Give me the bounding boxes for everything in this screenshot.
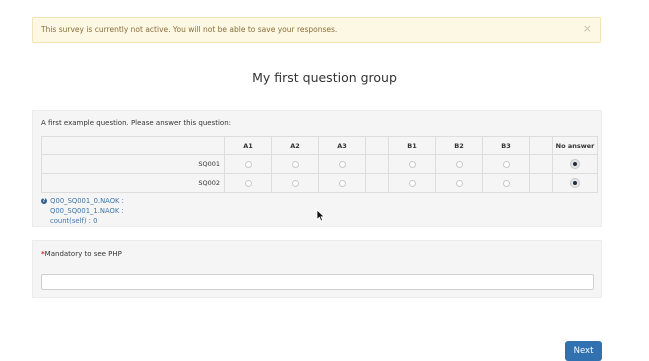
mandatory-question-label: *Mandatory to see PHP [41,250,122,258]
radio-sq002-b3[interactable] [502,179,510,187]
question-card-text: *Mandatory to see PHP [32,240,602,298]
question-circle-icon: ? [41,198,47,204]
inactive-survey-alert: This survey is currently not active. You… [32,17,601,43]
radio-sq002-no-answer[interactable] [571,179,579,187]
column-header: B2 [435,136,483,155]
column-spacer [529,136,553,155]
radio-sq001-a3[interactable] [338,160,346,168]
radio-sq001-b1[interactable] [408,160,416,168]
expression-help: ? Q00_SQ001_0.NAOK : Q00_SQ001_1.NAOK : … [41,196,124,226]
em-help-line: count(self) : 0 [50,217,98,225]
column-header: B3 [482,136,530,155]
column-header: A1 [224,136,272,155]
row-label: SQ001 [41,154,225,174]
radio-sq002-b2[interactable] [455,179,463,187]
table-row: SQ001 [41,154,598,174]
column-header: A3 [318,136,366,155]
alert-message: This survey is currently not active. You… [41,25,338,34]
answer-grid: A1 A2 A3 B1 B2 B3 No answer SQ001 SQ002 [41,136,598,193]
next-button[interactable]: Next [565,341,602,361]
column-spacer [365,136,389,155]
table-row: SQ002 [41,173,598,193]
mouse-cursor-icon [316,209,326,222]
radio-sq002-a2[interactable] [291,179,299,187]
column-header: B1 [388,136,436,155]
column-spacer [529,173,553,193]
row-label: SQ002 [41,173,225,193]
column-spacer [529,154,553,174]
em-help-line: Q00_SQ001_1.NAOK : [50,207,124,215]
grid-corner [41,136,225,155]
radio-sq002-a1[interactable] [244,179,252,187]
close-icon[interactable]: × [583,23,592,34]
column-header: No answer [552,136,598,155]
radio-sq001-a1[interactable] [244,160,252,168]
column-header: A2 [271,136,319,155]
column-spacer [365,154,389,174]
group-title: My first question group [252,70,397,85]
radio-sq002-a3[interactable] [338,179,346,187]
question-text: A first example question. Please answer … [41,119,232,127]
radio-sq002-b1[interactable] [408,179,416,187]
column-spacer [365,173,389,193]
radio-sq001-b2[interactable] [455,160,463,168]
answer-text-input[interactable] [41,274,594,290]
radio-sq001-a2[interactable] [291,160,299,168]
em-help-line: Q00_SQ001_0.NAOK : [50,197,124,205]
radio-sq001-b3[interactable] [502,160,510,168]
radio-sq001-no-answer[interactable] [571,160,579,168]
question-text: Mandatory to see PHP [44,250,122,258]
